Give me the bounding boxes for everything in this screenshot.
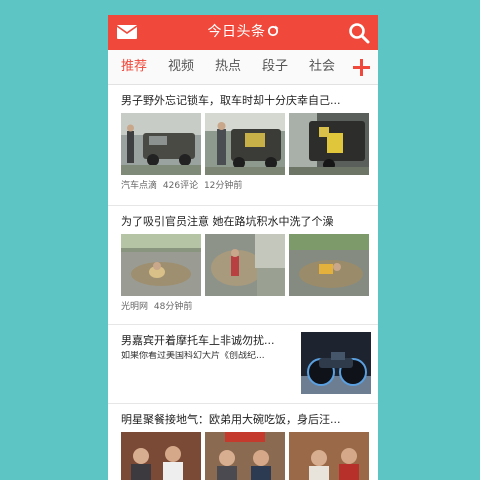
news-item[interactable]: 为了吸引官员注意 她在路坑积水中洗了个澡 光明网 48分钟前 bbox=[108, 206, 378, 325]
news-summary: 如果你看过美国科幻大片《创战纪... bbox=[121, 351, 265, 361]
news-source[interactable]: 光明网 bbox=[121, 302, 148, 312]
news-item[interactable]: 男嘉宾开着摩托车上非诚勿扰... 如果你看过美国科幻大片《创战纪... bbox=[108, 325, 378, 404]
tab-hot[interactable]: 热点 bbox=[215, 59, 241, 75]
pothole-photo[interactable] bbox=[205, 234, 285, 296]
dinner-photo[interactable] bbox=[205, 432, 285, 480]
pothole-photo[interactable] bbox=[289, 234, 369, 296]
tab-jokes[interactable]: 段子 bbox=[262, 59, 288, 75]
tab-video[interactable]: 视频 bbox=[168, 59, 194, 75]
news-title[interactable]: 男嘉宾开着摩托车上非诚勿扰... bbox=[121, 334, 291, 348]
phone-screen: 今日头条 推荐 视频 热点 段子 社会 男子野外忘记锁车，取车时却十分庆幸自己.… bbox=[108, 15, 378, 480]
plus-icon[interactable] bbox=[353, 59, 370, 76]
search-icon[interactable] bbox=[348, 22, 370, 44]
dinner-photo[interactable] bbox=[121, 432, 201, 480]
dinner-photo[interactable] bbox=[289, 432, 369, 480]
news-time: 12分钟前 bbox=[203, 181, 243, 191]
tab-society[interactable]: 社会 bbox=[309, 59, 335, 75]
news-source[interactable]: 汽车点滴 bbox=[121, 181, 157, 191]
news-title[interactable]: 为了吸引官员注意 她在路坑积水中洗了个澡 bbox=[121, 215, 371, 229]
news-title[interactable]: 明星聚餐接地气：欧弟用大碗吃饭，身后汪... bbox=[121, 413, 371, 427]
car-photo[interactable] bbox=[121, 113, 201, 175]
tab-recommend[interactable]: 推荐 bbox=[121, 59, 147, 75]
news-title[interactable]: 男子野外忘记锁车，取车时却十分庆幸自己... bbox=[121, 94, 371, 108]
refresh-icon[interactable] bbox=[267, 25, 279, 37]
news-meta: 光明网 48分钟前 bbox=[121, 302, 195, 313]
channel-tabs: 推荐 视频 热点 段子 社会 bbox=[108, 50, 378, 85]
top-bar: 今日头条 bbox=[108, 15, 378, 50]
news-item[interactable]: 明星聚餐接地气：欧弟用大碗吃饭，身后汪... bbox=[108, 404, 378, 480]
news-time: 48分钟前 bbox=[153, 302, 193, 312]
car-photo[interactable] bbox=[205, 113, 285, 175]
news-meta: 汽车点滴 426评论 12分钟前 bbox=[121, 181, 245, 192]
news-comments: 426评论 bbox=[162, 181, 199, 191]
news-item[interactable]: 男子野外忘记锁车，取车时却十分庆幸自己... 汽车点滴 426评论 12分钟前 bbox=[108, 85, 378, 206]
pothole-photo[interactable] bbox=[121, 234, 201, 296]
car-photo[interactable] bbox=[289, 113, 369, 175]
app-title-text: 今日头条 bbox=[207, 24, 266, 40]
app-title: 今日头条 bbox=[108, 23, 378, 41]
motorcycle-photo[interactable] bbox=[301, 332, 371, 394]
